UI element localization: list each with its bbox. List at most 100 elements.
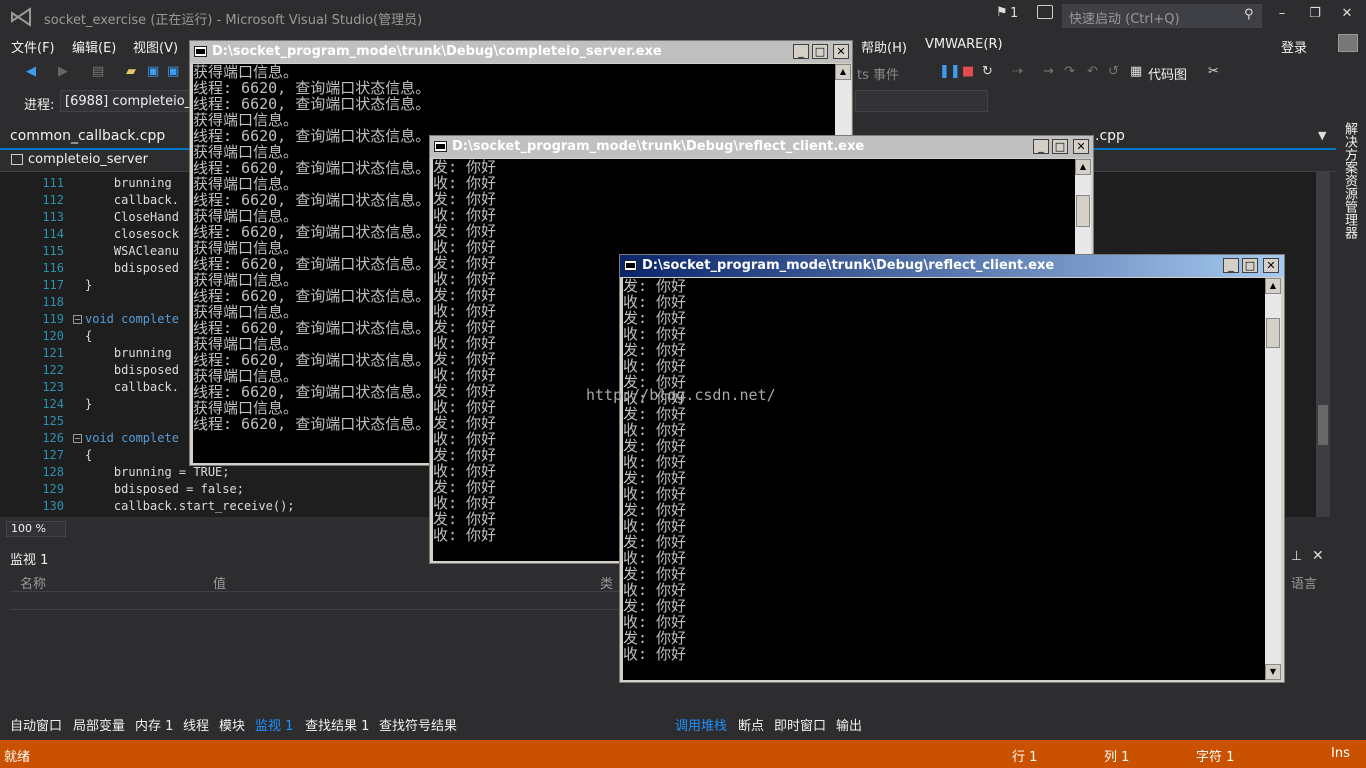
console-icon[interactable] — [194, 46, 207, 57]
process-select[interactable]: [6988] completeio_s — [60, 90, 200, 112]
console-window-client-2[interactable]: D:\socket_program_mode\trunk\Debug\refle… — [619, 254, 1285, 683]
watch-row[interactable] — [10, 592, 670, 610]
step-into-icon[interactable]: → — [1043, 64, 1054, 79]
menu-help[interactable]: 帮助(H) — [861, 37, 907, 56]
code-line[interactable]: bdisposed — [85, 261, 179, 275]
search-icon[interactable]: ⚲ — [1244, 7, 1254, 22]
scroll-up-icon[interactable]: ▲ — [1265, 278, 1281, 294]
console-icon[interactable] — [434, 141, 447, 152]
console-title-bar[interactable]: D:\socket_program_mode\trunk\Debug\refle… — [430, 136, 1093, 158]
watch-col-name[interactable]: 名称 — [20, 573, 46, 592]
code-line[interactable]: callback. — [85, 193, 179, 207]
code-line[interactable]: void complete — [85, 312, 179, 326]
notification-flag-icon[interactable]: ⚑ — [996, 5, 1008, 20]
console-maximize-button[interactable]: □ — [812, 44, 828, 59]
code-line[interactable]: { — [85, 329, 92, 343]
console-close-button[interactable]: ✕ — [833, 44, 849, 59]
code-line[interactable]: void complete — [85, 431, 179, 445]
tab-call-stack[interactable]: 调用堆栈 — [675, 715, 727, 734]
zoom-select[interactable]: 100 % — [6, 521, 66, 537]
events-label[interactable]: ts 事件 — [857, 64, 899, 83]
code-line[interactable]: CloseHand — [85, 210, 179, 224]
tab-find-results[interactable]: 查找结果 1 — [305, 715, 369, 734]
login-link[interactable]: 登录 — [1281, 37, 1307, 56]
solution-explorer-tab[interactable]: 解决方案资源管理器 — [1340, 122, 1359, 239]
stop-icon[interactable]: ■ — [962, 64, 974, 79]
code-line[interactable]: brunning — [85, 346, 179, 360]
tab-cpp[interactable]: .cpp — [1095, 128, 1125, 144]
tools-icon[interactable]: ✂ — [1208, 64, 1219, 79]
code-line[interactable]: callback.start_receive(); — [85, 499, 295, 513]
tab-autos[interactable]: 自动窗口 — [10, 715, 62, 734]
menu-vmware[interactable]: VMWARE(R) — [925, 37, 1003, 52]
scroll-down-icon[interactable]: ▼ — [1265, 664, 1281, 680]
code-line[interactable]: { — [85, 448, 92, 462]
tab-output[interactable]: 输出 — [836, 715, 862, 734]
new-project-icon[interactable]: ▤ — [92, 64, 104, 79]
stack-frame-select[interactable] — [855, 90, 988, 112]
tab-immediate[interactable]: 即时窗口 — [774, 715, 826, 734]
console-minimize-button[interactable]: _ — [793, 44, 809, 59]
console-minimize-button[interactable]: _ — [1033, 139, 1049, 154]
tab-locals[interactable]: 局部变量 — [73, 715, 125, 734]
tab-threads[interactable]: 线程 — [183, 715, 209, 734]
scroll-up-icon[interactable]: ▲ — [1075, 159, 1091, 175]
avatar[interactable] — [1338, 34, 1358, 52]
restore-button[interactable]: ❐ — [1305, 6, 1325, 21]
collapse-icon[interactable]: − — [73, 434, 82, 443]
code-line[interactable]: WSACleanu — [85, 244, 179, 258]
tab-modules[interactable]: 模块 — [219, 715, 245, 734]
minimize-button[interactable]: – — [1272, 6, 1292, 21]
restart-icon[interactable]: ↻ — [982, 64, 993, 79]
pin-icon[interactable]: ⊥ — [1291, 549, 1302, 564]
close-button[interactable]: ✕ — [1337, 6, 1357, 21]
console-title-bar[interactable]: D:\socket_program_mode\trunk\Debug\refle… — [620, 255, 1284, 277]
console-close-button[interactable]: ✕ — [1073, 139, 1089, 154]
tab-common-callback[interactable]: common_callback.cpp — [0, 125, 175, 147]
collapse-icon[interactable]: − — [73, 315, 82, 324]
console-close-button[interactable]: ✕ — [1263, 258, 1279, 273]
scrollbar-thumb[interactable] — [1266, 318, 1280, 348]
tab-dropdown-icon[interactable]: ▼ — [1318, 129, 1326, 142]
console-scrollbar[interactable]: ▲ ▼ — [1265, 278, 1281, 680]
step-out-icon[interactable]: ↶ — [1087, 64, 1098, 79]
console-title-bar[interactable]: D:\socket_program_mode\trunk\Debug\compl… — [190, 41, 852, 63]
code-line[interactable]: brunning — [85, 176, 179, 190]
tab-watch[interactable]: 监视 1 — [255, 715, 293, 734]
code-line[interactable]: } — [85, 278, 92, 292]
code-line[interactable]: callback. — [85, 380, 179, 394]
scrollbar-thumb[interactable] — [1076, 195, 1090, 227]
watch-col-type[interactable]: 类 — [600, 573, 613, 592]
quick-launch-input[interactable]: 快速启动 (Ctrl+Q) — [1062, 4, 1262, 28]
console-minimize-button[interactable]: _ — [1223, 258, 1239, 273]
tab-find-symbol[interactable]: 查找符号结果 — [379, 715, 457, 734]
menu-file[interactable]: 文件(F) — [11, 37, 55, 56]
open-folder-icon[interactable]: ▰ — [126, 64, 136, 79]
codemap-icon[interactable]: ▦ — [1130, 64, 1142, 79]
menu-edit[interactable]: 编辑(E) — [72, 37, 116, 56]
feedback-icon[interactable] — [1037, 5, 1053, 19]
tab-memory[interactable]: 内存 1 — [135, 715, 173, 734]
code-line[interactable]: bdisposed = false; — [85, 482, 244, 496]
hex-icon[interactable]: ↺ — [1108, 64, 1119, 79]
watch-col-value[interactable]: 值 — [213, 573, 226, 592]
pause-icon[interactable]: ❚❚ — [939, 64, 961, 79]
code-line[interactable]: bdisposed — [85, 363, 179, 377]
show-next-statement-icon[interactable]: ⇢ — [1012, 64, 1023, 79]
step-over-icon[interactable]: ↷ — [1064, 64, 1075, 79]
back-icon[interactable]: ◀ — [26, 64, 36, 79]
console-maximize-button[interactable]: □ — [1052, 139, 1068, 154]
forward-icon[interactable]: ▶ — [58, 64, 68, 79]
code-line[interactable]: } — [85, 397, 92, 411]
save-icon[interactable]: ▣ — [147, 64, 159, 79]
codemap-label[interactable]: 代码图 — [1148, 64, 1187, 83]
console-output[interactable]: 发: 你好 收: 你好 发: 你好 收: 你好 发: 你好 收: 你好 发: 你好 收: 你好… — [623, 278, 1265, 680]
scope-select[interactable]: completeio_server — [28, 152, 148, 167]
editor-scrollbar-thumb[interactable] — [1318, 405, 1328, 445]
close-pane-icon[interactable]: ✕ — [1312, 548, 1324, 564]
save-all-icon[interactable]: ▣ — [167, 64, 179, 79]
editor-scrollbar[interactable] — [1316, 172, 1330, 517]
code-line[interactable]: closesock — [85, 227, 179, 241]
menu-view[interactable]: 视图(V) — [133, 37, 178, 56]
console-icon[interactable] — [624, 260, 637, 271]
